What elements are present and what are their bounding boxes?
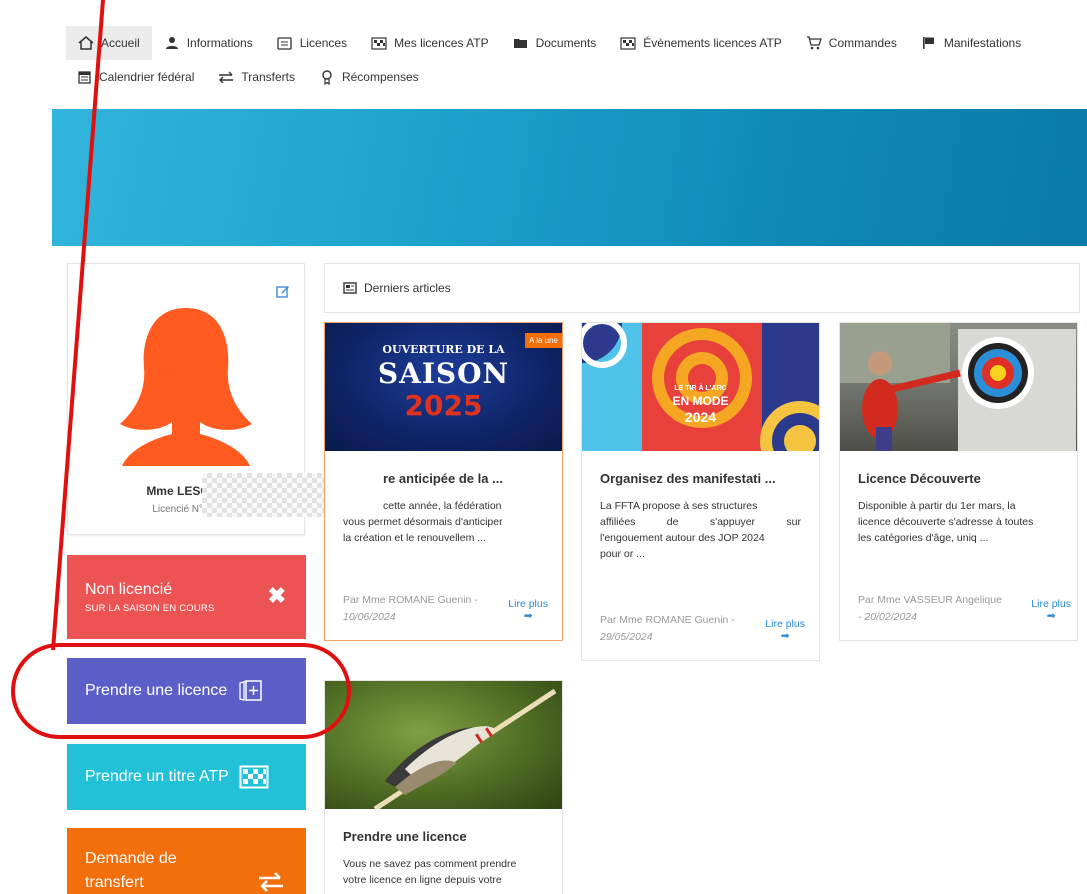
desc-line: votre licence en ligne depuis votre [343,874,502,886]
exchange-icon [218,70,234,84]
article-description: Vous ne savez pas comment prendre votre … [343,856,544,888]
cards-plus-icon [237,679,263,703]
article-description: cette année, la fédération vous permet d… [343,498,544,546]
article-image [840,323,1077,451]
read-more-link[interactable]: Lire plus ➡ [1031,598,1071,622]
take-licence-label: Prendre une licence [85,682,228,699]
article-card[interactable]: Prendre une licence Vous ne savez pas co… [324,680,563,894]
nav-label: Mes licences ATP [394,36,489,50]
image-text: LE TIR À L'ARC [674,385,727,392]
arrow-right-icon: ➡ [780,630,790,642]
flag-checkered-icon [371,36,387,50]
nav-label: Calendrier fédéral [99,70,195,84]
nav-label: Licences [299,36,348,50]
header-banner [52,109,1087,246]
nav-item-licences[interactable]: Licences [265,26,359,60]
desc-line: la création et le renouvellem ... [343,532,486,544]
arrow-right-icon: ➡ [1046,610,1056,622]
nav-label: Accueil [101,36,140,50]
cart-icon [806,36,822,50]
desc-line: l'engouement autour des JOP 2024 [600,532,765,544]
desc-line: les catégories d'âge, uniq ... [858,532,989,544]
nav-item-manifestations[interactable]: Manifestations [909,26,1033,60]
nav-label: Documents [535,36,597,50]
article-title: Licence Découverte [858,471,981,486]
read-more-link[interactable]: Lire plus ➡ [765,618,805,642]
article-title: Prendre une licence [343,829,467,844]
close-icon: ✖ [267,583,286,608]
exchange-icon [258,872,284,894]
card-icon [277,36,293,50]
flag-checkered-icon [239,765,269,789]
nav-item-mes-licences-atp[interactable]: Mes licences ATP [359,26,500,60]
read-more-label: Lire plus [1031,598,1071,610]
take-licence-button[interactable]: Prendre une licence [67,658,306,724]
medal-icon [319,69,335,85]
status-not-licensed: Non licencié SUR LA SAISON EN COURS ✖ [67,555,306,639]
desc-line: Disponible à partir du 1er mars, la [858,500,1016,512]
image-text: 2025 [404,389,483,422]
image-text: SAISON [377,357,510,390]
nav-item-transferts[interactable]: Transferts [206,60,307,94]
desc-line: Vous ne savez pas comment prendre [343,858,517,870]
desc-line: cette année, la fédération [383,500,502,512]
newspaper-icon [343,282,357,294]
desc-line: La FFTA propose à ses structures [600,500,758,512]
nav-label: Évènements licences ATP [643,36,782,50]
nav-item-informations[interactable]: Informations [152,26,265,60]
read-more-label: Lire plus [765,618,805,630]
flag-checkered-icon [620,36,636,50]
main-nav: Accueil Informations Licences Mes licenc… [66,26,1087,94]
transfer-label-line1: Demande de [85,850,177,867]
nav-item-commandes[interactable]: Commandes [794,26,909,60]
article-description: Disponible à partir du 1er mars, la lice… [858,498,1059,546]
nav-label: Récompenses [341,70,419,84]
arrow-right-icon: ➡ [523,610,533,622]
nav-label: Informations [186,36,253,50]
image-text: EN MODE [672,394,729,408]
take-atp-button[interactable]: Prendre un titre ATP [67,744,306,810]
user-icon [164,36,180,50]
article-card[interactable]: LE TIR À L'ARC EN MODE 2024 Organisez de… [581,322,820,661]
avatar [118,306,254,471]
read-more-label: Lire plus [508,598,548,610]
nav-label: Manifestations [943,36,1022,50]
page: Accueil Informations Licences Mes licenc… [0,0,1087,894]
flag-icon [921,36,937,50]
desc-line: licence découverte s'adresse à toutes [858,516,1034,528]
image-text: OUVERTURE DE LA [382,343,505,356]
read-more-link[interactable]: Lire plus ➡ [508,598,548,622]
nav-label: Transferts [241,70,295,84]
nav-label: Commandes [828,36,897,50]
article-image [325,681,562,809]
transfer-label-line2: transfert [85,874,144,891]
status-title: Non licencié [85,580,173,598]
nav-item-documents[interactable]: Documents [501,26,609,60]
desc-line: pour or ... [600,548,645,560]
article-description: La FFTA propose à ses structures affilié… [600,498,801,562]
nav-item-evenements-atp[interactable]: Évènements licences ATP [608,26,794,60]
article-image: A la une OUVERTURE DE LA SAISON 2025 [325,323,562,451]
home-icon [78,36,94,50]
article-card[interactable]: Licence Découverte Disponible à partir d… [839,322,1078,641]
article-image: LE TIR À L'ARC EN MODE 2024 [582,323,819,451]
nav-item-accueil[interactable]: Accueil [66,26,152,60]
article-card[interactable]: A la une OUVERTURE DE LA SAISON 2025 re … [324,322,563,641]
status-subtitle: SUR LA SAISON EN COURS [85,602,215,614]
calendar-icon [76,70,92,84]
folder-icon [513,36,529,50]
take-atp-label: Prendre un titre ATP [85,768,229,785]
edit-icon[interactable] [276,284,290,303]
articles-heading: Derniers articles [364,281,451,295]
article-title: Organisez des manifestati ... [600,471,776,486]
nav-item-recompenses[interactable]: Récompenses [307,60,431,94]
articles-header: Derniers articles [324,263,1080,313]
article-title: re anticipée de la ... [383,471,503,486]
desc-line: affiliées de s'appuyer sur [600,516,801,528]
desc-line: vous permet désormais d'anticiper [343,516,503,528]
image-text: 2024 [684,409,717,425]
transfer-request-button[interactable]: Demande de transfert [67,828,306,894]
nav-item-calendrier[interactable]: Calendrier fédéral [64,60,206,94]
